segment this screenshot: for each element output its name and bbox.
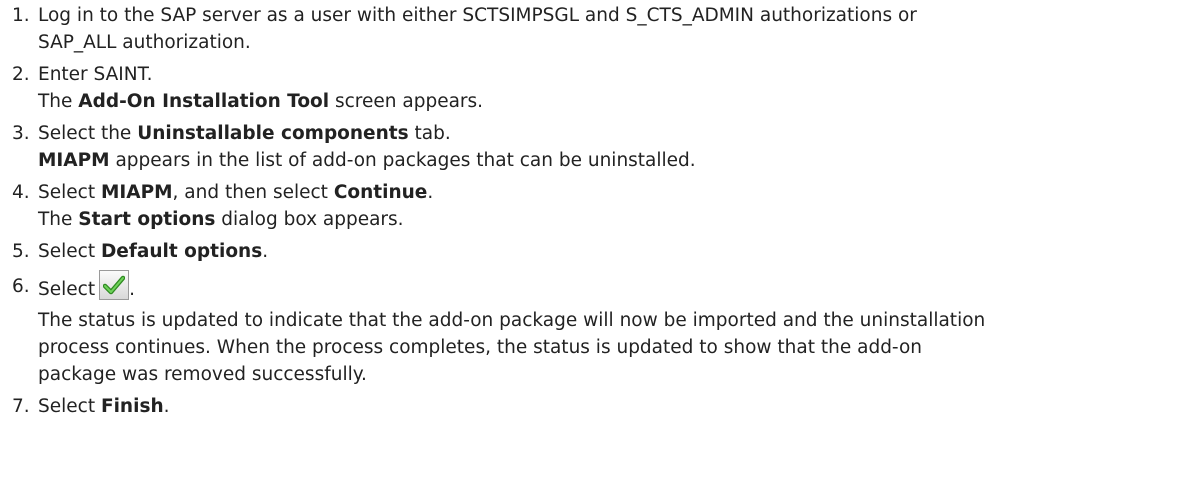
step-text: Select Finish. bbox=[38, 396, 170, 417]
step-text-pre: Select bbox=[38, 241, 101, 262]
step-text-pre: Select bbox=[38, 182, 101, 203]
ui-term: Start options bbox=[78, 209, 216, 230]
procedure-steps: 1. Log in to the SAP server as a user wi… bbox=[0, 0, 1190, 420]
step-text: Select Default options. bbox=[38, 241, 268, 262]
step-text: Log in to the SAP server as a user with … bbox=[38, 5, 917, 26]
step-5: 5. Select Default options. bbox=[0, 238, 1190, 265]
step-number: 7. bbox=[12, 396, 30, 417]
ui-term: Finish bbox=[100, 396, 164, 417]
ui-term: Default options bbox=[100, 241, 263, 262]
result-text: The bbox=[38, 209, 79, 230]
step-number: 4. bbox=[12, 182, 30, 203]
step-result: package was removed successfully. bbox=[38, 364, 367, 385]
ui-term: Continue bbox=[333, 182, 428, 203]
step-text-post: . bbox=[163, 396, 170, 417]
step-result: The status is updated to indicate that t… bbox=[38, 310, 986, 331]
step-4: 4. Select MIAPM, and then select Continu… bbox=[0, 179, 1190, 233]
step-text-post: . bbox=[129, 279, 135, 300]
step-number: 2. bbox=[12, 64, 30, 85]
step-text: Select the Uninstallable components tab. bbox=[38, 123, 451, 144]
step-3: 3. Select the Uninstallable components t… bbox=[0, 120, 1190, 174]
step-number: 5. bbox=[12, 241, 30, 262]
step-text-pre: Select bbox=[38, 279, 96, 300]
step-text-pre: Select the bbox=[38, 123, 138, 144]
result-text: dialog box appears. bbox=[215, 209, 404, 230]
green-checkmark-icon bbox=[99, 270, 130, 300]
step-6: 6. Select. The status is updated to indi… bbox=[0, 270, 1190, 388]
step-number: 6. bbox=[12, 276, 30, 297]
step-text-post: . bbox=[262, 241, 269, 262]
ui-term: MIAPM bbox=[100, 182, 173, 203]
step-text-post: . bbox=[427, 182, 434, 203]
step-7: 7. Select Finish. bbox=[0, 393, 1190, 420]
ui-term: MIAPM bbox=[38, 150, 110, 171]
ui-term: Uninstallable components bbox=[137, 123, 409, 144]
step-text: SAP_ALL authorization. bbox=[38, 32, 251, 53]
step-number: 1. bbox=[12, 5, 30, 26]
step-text: Select MIAPM, and then select Continue. bbox=[38, 182, 433, 203]
step-result: The Add-On Installation Tool screen appe… bbox=[38, 91, 483, 112]
step-1: 1. Log in to the SAP server as a user wi… bbox=[0, 2, 1190, 56]
ui-term: Add-On Installation Tool bbox=[78, 91, 330, 112]
step-text: Enter SAINT. bbox=[38, 64, 153, 85]
step-result: The Start options dialog box appears. bbox=[38, 209, 404, 230]
step-result: MIAPM appears in the list of add-on pack… bbox=[38, 150, 696, 171]
step-2: 2. Enter SAINT. The Add-On Installation … bbox=[0, 61, 1190, 115]
step-text-mid: , and then select bbox=[172, 182, 334, 203]
step-result: process continues. When the process comp… bbox=[38, 337, 922, 358]
step-number: 3. bbox=[12, 123, 30, 144]
step-text-post: tab. bbox=[408, 123, 451, 144]
result-text: The bbox=[38, 91, 79, 112]
result-text: screen appears. bbox=[329, 91, 484, 112]
step-text: Select. bbox=[38, 270, 135, 300]
result-text: appears in the list of add-on packages t… bbox=[109, 150, 696, 171]
step-text-pre: Select bbox=[38, 396, 101, 417]
